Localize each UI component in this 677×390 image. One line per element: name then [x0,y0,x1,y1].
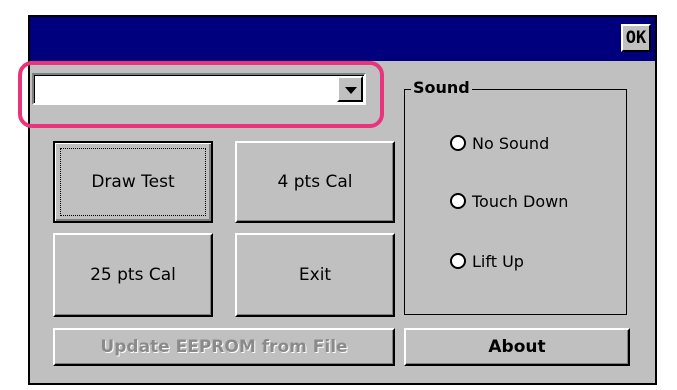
exit-button[interactable]: Exit [235,233,395,317]
radio-button-icon[interactable] [450,253,466,269]
chevron-down-icon [345,87,357,94]
combo-dropdown-button[interactable] [337,76,363,102]
radio-button-icon[interactable] [450,193,466,209]
radio-label: Lift Up [472,251,524,271]
about-label: About [488,337,546,357]
radio-lift-up[interactable]: Lift Up [450,250,524,272]
update-eeprom-button[interactable]: Update EEPROM from File [53,328,395,366]
four-pts-cal-label: 4 pts Cal [277,172,353,192]
radio-button-icon[interactable] [450,135,466,151]
radio-touch-down[interactable]: Touch Down [450,190,568,212]
twentyfive-pts-cal-label: 25 pts Cal [90,265,176,285]
device-combo-box[interactable] [32,73,366,105]
radio-no-sound[interactable]: No Sound [450,132,549,154]
about-button[interactable]: About [404,328,630,366]
twentyfive-pts-cal-button[interactable]: 25 pts Cal [53,233,213,317]
sound-group-label: Sound [411,78,472,98]
radio-label: No Sound [472,133,550,153]
update-eeprom-label: Update EEPROM from File [100,337,348,357]
exit-label: Exit [298,265,332,285]
four-pts-cal-button[interactable]: 4 pts Cal [235,141,395,223]
draw-test-button[interactable]: Draw Test [53,141,213,223]
focus-rectangle [60,148,206,216]
radio-label: Touch Down [472,191,569,211]
ok-button[interactable]: OK [621,24,651,52]
title-bar: OK [30,17,655,61]
